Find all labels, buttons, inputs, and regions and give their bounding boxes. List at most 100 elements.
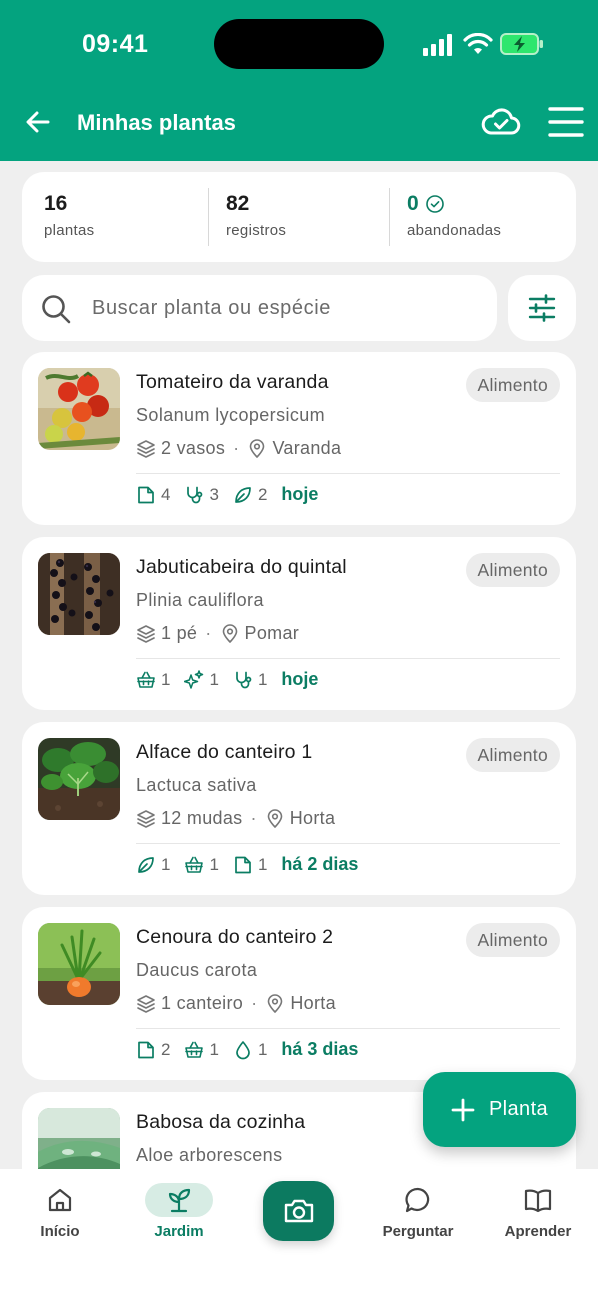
plant-species: Daucus carota <box>136 960 258 980</box>
activity-count: 3 <box>209 484 219 504</box>
plant-photo <box>38 923 120 1005</box>
activity-count: 1 <box>209 669 219 689</box>
layers-icon <box>137 624 155 643</box>
plant-count: 1 pé <box>161 623 198 643</box>
plant-card[interactable]: Tomateiro da varanda Solanum lycopersicu… <box>22 352 576 525</box>
divider <box>208 188 209 246</box>
layers-icon <box>137 994 155 1013</box>
stat-plants: 16 plantas <box>44 192 94 239</box>
plant-card[interactable]: Cenoura do canteiro 2 Daucus carota Alim… <box>22 907 576 1080</box>
drop-icon <box>236 1040 250 1059</box>
category-badge: Alimento <box>465 553 560 587</box>
signal-icon <box>423 34 452 56</box>
sliders-icon <box>528 294 556 322</box>
add-plant-button[interactable]: Planta <box>423 1072 576 1147</box>
plant-photo <box>38 368 120 450</box>
divider <box>136 843 560 844</box>
note-icon <box>235 856 251 873</box>
activity-harvest: 1 <box>184 854 219 875</box>
search-bar <box>22 275 497 341</box>
check-circle-icon <box>425 195 444 213</box>
last-activity: há 3 dias <box>281 1039 359 1059</box>
stat-label: registros <box>226 222 287 239</box>
nav-icon-wrap <box>26 1183 94 1217</box>
nav-learn[interactable]: Aprender <box>488 1183 588 1240</box>
plant-name: Babosa da cozinha <box>136 1111 306 1133</box>
location-pin-icon <box>268 993 283 1013</box>
cloud-check-icon <box>481 108 521 135</box>
search-input[interactable] <box>92 285 482 331</box>
app-header: 09:41 Minhas plantas <box>0 0 598 161</box>
plant-meta: 12 mudas · Horta <box>136 808 335 829</box>
activity-row: 4 3 2 hoje <box>136 484 318 505</box>
activity-bloom: 1 <box>184 669 219 690</box>
plant-name: Tomateiro da varanda <box>136 371 329 393</box>
activity-count: 1 <box>257 669 268 689</box>
plant-photo <box>38 553 120 635</box>
battery-icon <box>500 33 543 55</box>
nav-label: Perguntar <box>382 1223 454 1240</box>
last-activity: hoje <box>281 669 319 689</box>
plus-icon <box>451 1098 475 1121</box>
plant-card[interactable]: Jabuticabeira do quintal Plinia cauliflo… <box>22 537 576 710</box>
page-title: Minhas plantas <box>77 110 236 135</box>
nav-icon-wrap <box>384 1183 452 1217</box>
plant-species: Lactuca sativa <box>136 775 257 795</box>
basket-icon <box>185 1041 204 1058</box>
sync-button[interactable] <box>480 102 522 142</box>
stethoscope-icon <box>236 671 252 688</box>
separator: · <box>250 808 257 828</box>
activity-growth: 2 <box>233 485 267 505</box>
leaf-icon <box>138 856 154 873</box>
activity-count: 1 <box>161 854 171 874</box>
nav-icon-wrap <box>504 1183 572 1217</box>
plant-count: 1 canteiro <box>161 993 244 1013</box>
activity-row: 1 1 1 há 2 dias <box>136 854 358 875</box>
activity-harvest: 1 <box>184 1040 219 1060</box>
plant-species: Solanum lycopersicum <box>136 405 326 425</box>
nav-ask[interactable]: Perguntar <box>368 1183 468 1240</box>
nav-icon-wrap <box>145 1183 213 1217</box>
stat-label: plantas <box>44 222 95 239</box>
plant-name: Cenoura do canteiro 2 <box>136 926 334 948</box>
activity-notes: 1 <box>233 855 267 875</box>
book-icon <box>524 1189 552 1213</box>
basket-icon <box>185 856 204 873</box>
nav-home[interactable]: Início <box>10 1183 110 1240</box>
activity-notes: 4 <box>136 485 170 505</box>
separator: · <box>205 623 212 643</box>
stethoscope-icon <box>187 486 203 503</box>
location-pin-icon <box>267 808 283 828</box>
plant-meta: 2 vasos · Varanda <box>136 438 341 459</box>
app-bar: Minhas plantas <box>0 96 598 152</box>
stat-abandoned: 0 abandonadas <box>407 192 501 239</box>
sprout-icon <box>168 1188 191 1213</box>
activity-row: 2 1 1 há 3 dias <box>136 1039 358 1060</box>
activity-count: 2 <box>161 1039 171 1059</box>
hamburger-icon <box>548 107 584 137</box>
layers-icon <box>137 439 155 458</box>
plant-meta: 1 canteiro · Horta <box>136 993 336 1014</box>
add-plant-label: Planta <box>488 1098 549 1120</box>
separator: · <box>251 993 258 1013</box>
nav-garden[interactable]: Jardim <box>129 1183 229 1240</box>
menu-button[interactable] <box>546 102 586 142</box>
status-time: 09:41 <box>82 30 149 58</box>
filter-button[interactable] <box>508 275 576 341</box>
activity-count: 1 <box>209 854 219 874</box>
plant-location: Horta <box>290 993 336 1013</box>
nav-label: Jardim <box>154 1223 204 1240</box>
plant-location: Varanda <box>272 438 342 458</box>
category-badge: Alimento <box>465 368 560 402</box>
divider <box>136 473 560 474</box>
category-badge: Alimento <box>465 923 560 957</box>
plant-name: Alface do canteiro 1 <box>136 741 313 763</box>
separator: · <box>233 438 240 458</box>
home-icon <box>48 1188 72 1212</box>
plant-species: Plinia cauliflora <box>136 590 264 610</box>
camera-button[interactable] <box>263 1181 334 1241</box>
plant-location: Horta <box>289 808 336 828</box>
back-button[interactable] <box>20 104 56 140</box>
activity-count: 1 <box>161 669 171 689</box>
plant-card[interactable]: Alface do canteiro 1 Lactuca sativa Alim… <box>22 722 576 895</box>
